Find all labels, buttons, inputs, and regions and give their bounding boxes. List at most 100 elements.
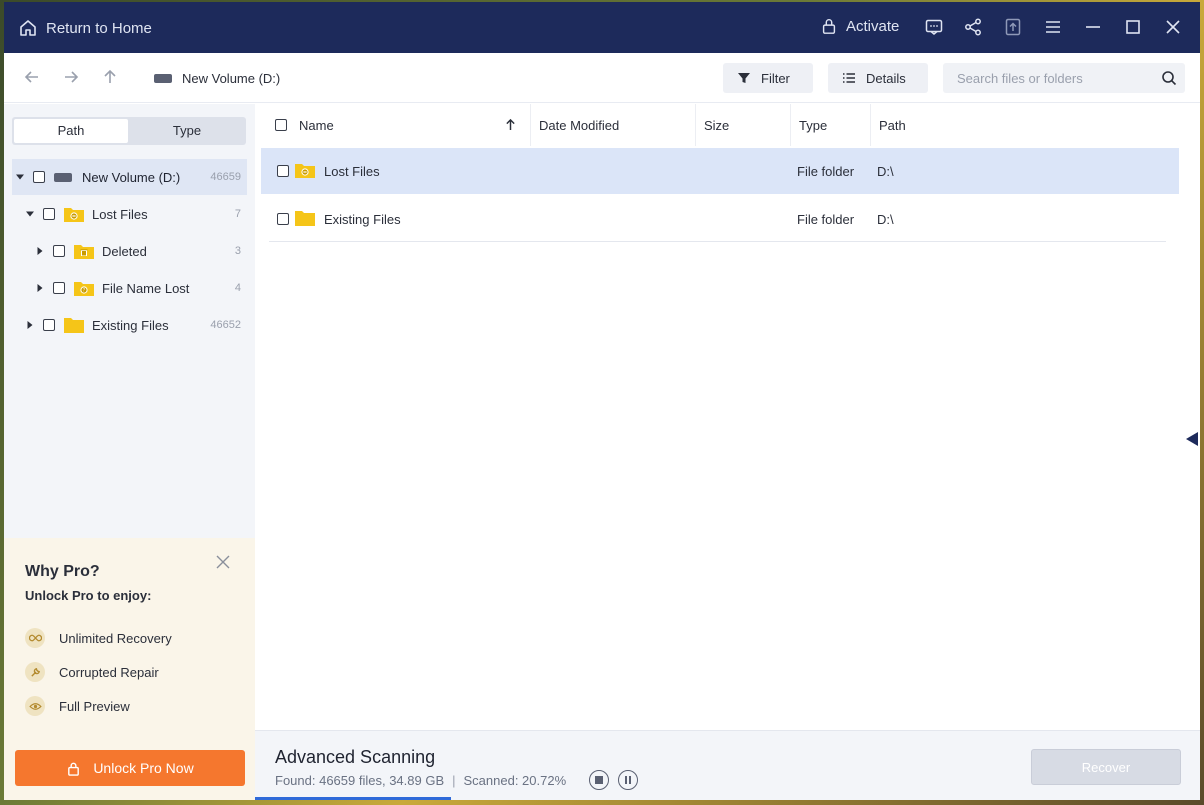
- column-divider[interactable]: [695, 104, 696, 146]
- close-icon[interactable]: [1162, 16, 1184, 38]
- promo-item-label: Full Preview: [59, 698, 130, 714]
- search-icon[interactable]: [1161, 70, 1177, 86]
- sidebar: Path Type New Volume (D:) 46659 Lost Fil…: [4, 104, 255, 800]
- tree-item-existing-files[interactable]: Existing Files 46652: [12, 307, 247, 343]
- details-label: Details: [866, 70, 906, 86]
- home-icon: [20, 20, 36, 36]
- search-input[interactable]: [943, 63, 1153, 93]
- scan-status-bar: Advanced Scanning Found: 46659 files, 34…: [255, 730, 1200, 800]
- stop-scan-button[interactable]: [589, 770, 609, 790]
- column-type[interactable]: Type: [799, 104, 827, 146]
- caret-down-icon[interactable]: [25, 209, 35, 219]
- promo-subtitle: Unlock Pro to enjoy:: [25, 588, 152, 603]
- select-all-checkbox[interactable]: [275, 119, 287, 131]
- column-divider[interactable]: [790, 104, 791, 146]
- unlock-pro-button[interactable]: Unlock Pro Now: [15, 750, 245, 786]
- row-divider: [269, 241, 1166, 242]
- question-folder-icon: ?: [74, 282, 94, 296]
- pause-scan-button[interactable]: [618, 770, 638, 790]
- stop-icon: [595, 776, 603, 784]
- eye-icon: [25, 696, 45, 716]
- column-label: Type: [799, 117, 828, 133]
- tree-item-deleted[interactable]: Deleted 3: [12, 233, 247, 269]
- caret-right-icon[interactable]: [35, 283, 45, 293]
- toolbar: New Volume (D:) Filter Details: [4, 53, 1200, 103]
- minimize-icon[interactable]: [1082, 16, 1104, 38]
- return-home-label: Return to Home: [46, 19, 152, 37]
- promo-item-label: Corrupted Repair: [59, 664, 159, 680]
- tree-checkbox[interactable]: [43, 208, 55, 220]
- upload-icon[interactable]: [1002, 16, 1024, 38]
- column-path[interactable]: Path: [879, 104, 906, 146]
- share-icon[interactable]: [962, 16, 984, 38]
- column-divider[interactable]: [530, 104, 531, 146]
- scan-stats: Found: 46659 files, 34.89 GB | Scanned: …: [275, 773, 566, 788]
- up-arrow-icon[interactable]: [101, 68, 121, 88]
- return-home-button[interactable]: Return to Home: [18, 17, 152, 39]
- row-path: D:\: [877, 164, 894, 179]
- lost-folder-icon: [295, 164, 315, 178]
- tree-checkbox[interactable]: [53, 245, 65, 257]
- tree-checkbox[interactable]: [43, 319, 55, 331]
- breadcrumb: New Volume (D:): [154, 71, 280, 86]
- table-row[interactable]: Existing Files File folder D:\: [261, 196, 1179, 242]
- wrench-icon: [25, 662, 45, 682]
- app-window: Return to Home Activate New Volume (D:) …: [4, 2, 1200, 800]
- folder-icon: [295, 211, 315, 226]
- activate-button[interactable]: Activate: [820, 17, 899, 35]
- row-checkbox[interactable]: [277, 213, 289, 225]
- list-view-icon: [843, 73, 855, 83]
- row-checkbox[interactable]: [277, 165, 289, 177]
- column-date-modified[interactable]: Date Modified: [539, 104, 619, 146]
- view-mode-switch: Path Type: [12, 117, 246, 145]
- activate-label: Activate: [846, 17, 900, 35]
- tab-path[interactable]: Path: [14, 119, 128, 143]
- column-label: Name: [299, 117, 334, 133]
- collapse-preview-icon[interactable]: [1186, 432, 1198, 446]
- tree-item-count: 46659: [210, 171, 241, 183]
- maximize-icon[interactable]: [1122, 16, 1144, 38]
- feedback-icon[interactable]: [923, 16, 945, 38]
- menu-icon[interactable]: [1042, 16, 1064, 38]
- forward-arrow-icon[interactable]: [62, 68, 82, 88]
- search-box: [943, 63, 1185, 93]
- filter-button[interactable]: Filter: [723, 63, 813, 93]
- tree-item-lost-files[interactable]: Lost Files 7: [12, 196, 247, 232]
- table-row[interactable]: Lost Files File folder D:\: [261, 148, 1179, 194]
- promo-title: Why Pro?: [25, 563, 100, 580]
- caret-right-icon[interactable]: [35, 246, 45, 256]
- tree-item-count: 3: [234, 245, 241, 257]
- column-size[interactable]: Size: [704, 104, 729, 146]
- tree-item-new-volume[interactable]: New Volume (D:) 46659: [12, 159, 247, 195]
- row-type: File folder: [797, 212, 855, 227]
- row-path: D:\: [877, 212, 894, 227]
- stats-separator: |: [452, 773, 456, 788]
- lost-folder-icon: [64, 208, 84, 222]
- caret-down-icon[interactable]: [15, 172, 25, 182]
- tree-checkbox[interactable]: [33, 171, 45, 183]
- scanned-percent: Scanned: 20.72%: [463, 773, 567, 788]
- deleted-folder-icon: [74, 245, 94, 259]
- breadcrumb-label: New Volume (D:): [182, 71, 281, 86]
- tree-item-file-name-lost[interactable]: ? File Name Lost 4: [12, 270, 247, 306]
- column-divider[interactable]: [870, 104, 871, 146]
- tree-item-count: 46652: [210, 319, 241, 331]
- tree-item-label: Existing Files: [92, 317, 169, 333]
- back-arrow-icon[interactable]: [23, 68, 43, 88]
- promo-item-corrupted-repair: Corrupted Repair: [25, 662, 159, 682]
- infinity-icon: [25, 628, 45, 648]
- tree-checkbox[interactable]: [53, 282, 65, 294]
- recover-label: Recover: [1081, 759, 1131, 775]
- column-name[interactable]: Name: [275, 104, 525, 146]
- close-icon[interactable]: [215, 554, 231, 570]
- recover-button[interactable]: Recover: [1031, 749, 1181, 785]
- tree-item-label: New Volume (D:): [82, 169, 181, 185]
- folder-icon: [64, 318, 84, 333]
- caret-right-icon[interactable]: [25, 320, 35, 330]
- details-button[interactable]: Details: [828, 63, 928, 93]
- column-label: Date Modified: [539, 117, 620, 133]
- tree-item-label: Lost Files: [92, 206, 148, 222]
- unlock-pro-label: Unlock Pro Now: [93, 760, 194, 776]
- tab-type[interactable]: Type: [130, 119, 244, 143]
- sort-ascending-icon[interactable]: [505, 118, 516, 131]
